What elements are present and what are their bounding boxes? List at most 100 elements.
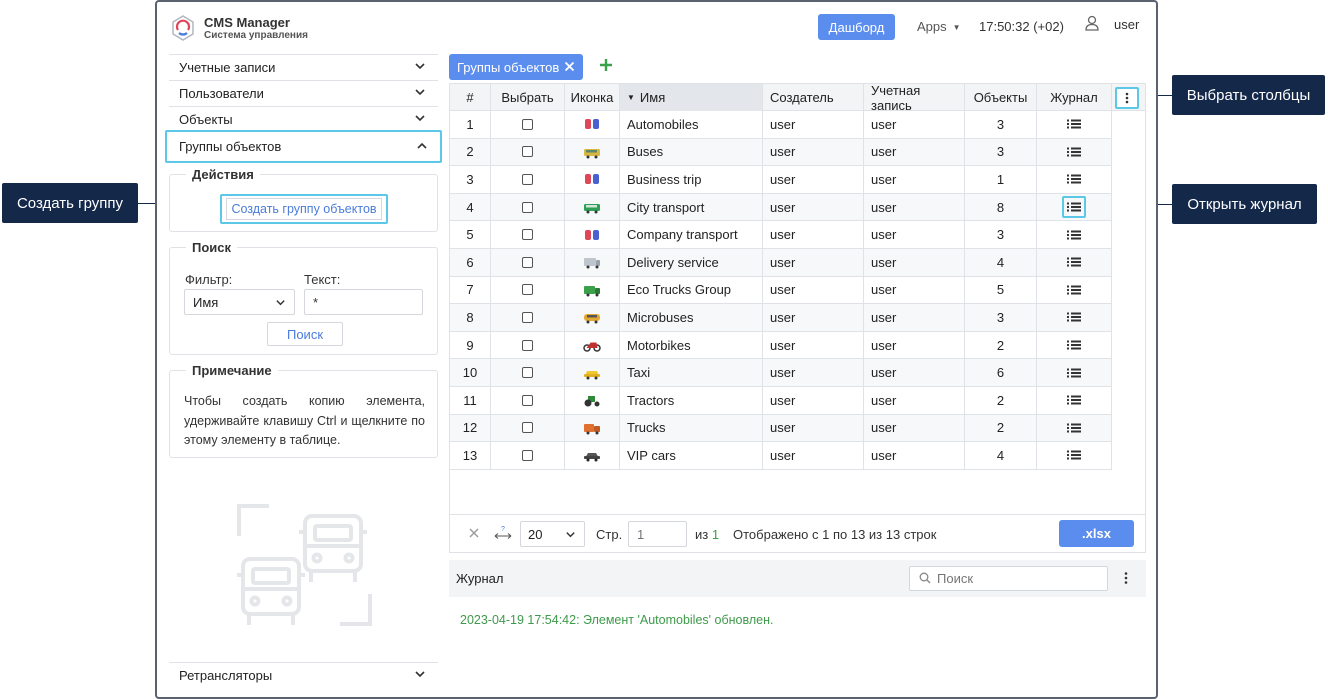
row-name: Tractors: [620, 387, 763, 414]
sidebar-item-accounts[interactable]: Учетные записи: [169, 54, 438, 80]
dashboard-button[interactable]: Дашборд: [818, 14, 895, 40]
col-log[interactable]: Журнал: [1037, 84, 1112, 111]
page-size-select[interactable]: 20: [520, 521, 585, 547]
row-select-cell: [491, 331, 565, 359]
table-row[interactable]: 4 City transport user user 8: [450, 193, 1112, 222]
callout-create-group: Создать группу: [2, 183, 138, 223]
table-row[interactable]: 8 Microbuses user user 3: [450, 304, 1112, 332]
open-log-button[interactable]: [1067, 230, 1081, 240]
row-number: 10: [450, 359, 491, 386]
open-log-button[interactable]: [1067, 423, 1081, 433]
add-tab-icon[interactable]: [599, 58, 613, 72]
col-name[interactable]: ▼ Имя: [620, 84, 763, 111]
table-row[interactable]: 13 VIP cars user user 4: [450, 442, 1112, 470]
open-log-button[interactable]: [1067, 340, 1081, 350]
row-checkbox[interactable]: [522, 394, 533, 406]
col-objects[interactable]: Объекты: [965, 84, 1037, 111]
row-account: user: [864, 387, 965, 414]
row-icon-cell: [565, 249, 620, 276]
sidebar-item-label: Группы объектов: [179, 139, 282, 154]
tab-object-groups[interactable]: Группы объектов: [449, 54, 583, 80]
row-checkbox[interactable]: [522, 173, 533, 185]
open-log-button[interactable]: [1067, 147, 1081, 157]
empty-state-bus-icon: [237, 504, 372, 626]
row-checkbox[interactable]: [522, 201, 533, 213]
row-checkbox[interactable]: [522, 146, 533, 158]
open-log-button[interactable]: [1067, 450, 1081, 460]
row-select-cell: [491, 138, 565, 166]
row-checkbox[interactable]: [522, 118, 533, 130]
row-checkbox[interactable]: [522, 422, 533, 434]
choose-columns-button[interactable]: [1115, 87, 1139, 109]
close-icon[interactable]: [564, 61, 575, 72]
chevron-down-icon: [415, 671, 425, 678]
row-objects: 5: [965, 276, 1037, 304]
clear-filter-icon[interactable]: [469, 528, 479, 538]
row-select-cell: [491, 304, 565, 331]
row-icon-cell: [565, 442, 620, 469]
open-log-button[interactable]: [1067, 119, 1081, 129]
user-icon[interactable]: [1085, 15, 1099, 31]
col-number[interactable]: #: [450, 84, 491, 111]
row-checkbox[interactable]: [522, 284, 533, 296]
col-account[interactable]: Учетная запись: [864, 83, 965, 113]
page-input[interactable]: [628, 521, 687, 547]
open-log-button[interactable]: [1062, 196, 1086, 219]
row-number: 2: [450, 138, 491, 166]
row-checkbox[interactable]: [522, 449, 533, 461]
table-row[interactable]: 9 Motorbikes user user 2: [450, 331, 1112, 360]
col-icon[interactable]: Иконка: [565, 84, 620, 111]
open-log-button[interactable]: [1067, 257, 1081, 267]
table-row[interactable]: 2 Buses user user 3: [450, 138, 1112, 167]
app-window: CMS Manager Система управления Дашборд A…: [155, 0, 1158, 699]
sort-desc-icon: ▼: [627, 93, 635, 102]
sidebar-item-object-groups[interactable]: Группы объектов: [165, 130, 442, 163]
sidebar-item-users[interactable]: Пользователи: [169, 80, 438, 106]
row-objects: 3: [965, 221, 1037, 248]
open-log-button[interactable]: [1067, 174, 1081, 184]
user-name[interactable]: user: [1114, 17, 1139, 32]
row-select-cell: [491, 221, 565, 248]
table-row[interactable]: 7 Eco Trucks Group user user 5: [450, 276, 1112, 305]
sidebar-item-retranslators[interactable]: Ретрансляторы: [169, 662, 438, 688]
row-checkbox[interactable]: [522, 367, 533, 379]
search-button[interactable]: Поиск: [267, 322, 343, 346]
table-row[interactable]: 11 Tractors user user 2: [450, 387, 1112, 415]
row-creator: user: [763, 276, 864, 304]
col-creator[interactable]: Создатель: [763, 84, 864, 111]
row-number: 9: [450, 331, 491, 359]
export-xlsx-button[interactable]: .xlsx: [1059, 520, 1134, 547]
sidebar-item-objects[interactable]: Объекты: [169, 106, 438, 132]
col-select[interactable]: Выбрать: [491, 84, 565, 111]
autofit-columns-icon[interactable]: ?: [494, 525, 512, 541]
table-row[interactable]: 1 Automobiles user user 3: [450, 111, 1112, 139]
table-row[interactable]: 10 Taxi user user 6: [450, 359, 1112, 387]
table-row[interactable]: 6 Delivery service user user 4: [450, 249, 1112, 277]
row-checkbox[interactable]: [522, 256, 533, 268]
more-vertical-icon[interactable]: [1124, 571, 1128, 585]
table-row[interactable]: 12 Trucks user user 2: [450, 414, 1112, 443]
table-row[interactable]: 5 Company transport user user 3: [450, 221, 1112, 249]
row-name: Eco Trucks Group: [620, 276, 763, 304]
open-log-button[interactable]: [1067, 312, 1081, 322]
row-checkbox[interactable]: [522, 229, 533, 241]
row-checkbox[interactable]: [522, 311, 533, 323]
row-log-cell: [1037, 387, 1112, 414]
apps-menu[interactable]: Apps ▼: [917, 19, 961, 34]
table-row[interactable]: 3 Business trip user user 1: [450, 166, 1112, 194]
row-creator: user: [763, 359, 864, 386]
open-log-button[interactable]: [1067, 395, 1081, 405]
row-checkbox[interactable]: [522, 339, 533, 351]
filter-select[interactable]: Имя: [184, 289, 295, 315]
log-search-input[interactable]: [909, 566, 1108, 591]
chevron-down-icon: [415, 89, 425, 96]
create-group-button[interactable]: Создать группу объектов: [220, 194, 388, 224]
search-text-input[interactable]: [304, 289, 423, 315]
sidebar-item-label: Пользователи: [179, 86, 264, 101]
log-title: Журнал: [456, 571, 504, 586]
open-log-button[interactable]: [1067, 285, 1081, 295]
row-icon-cell: [565, 111, 620, 138]
row-select-cell: [491, 387, 565, 414]
open-log-button[interactable]: [1067, 368, 1081, 378]
row-log-cell: [1037, 276, 1112, 304]
